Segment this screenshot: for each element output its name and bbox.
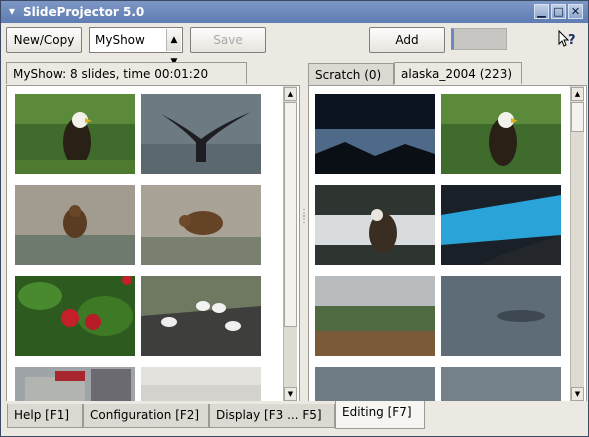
scroll-down-arrow-icon[interactable]: ▼ <box>284 387 297 401</box>
scrollbar-thumb[interactable] <box>284 102 297 327</box>
tab-scratch[interactable]: Scratch (0) <box>308 63 394 85</box>
right-vertical-scrollbar[interactable]: ▲ ▼ <box>570 86 584 402</box>
context-help-icon[interactable]: ? <box>557 29 577 49</box>
thumbnail-whale-tail[interactable] <box>141 94 261 174</box>
chevron-down-icon[interactable]: ▲▼ <box>166 29 181 67</box>
tab-display[interactable]: Display [F3 ... F5] <box>209 404 335 428</box>
scroll-up-arrow-icon[interactable]: ▲ <box>571 87 584 101</box>
thumbnail-glacier[interactable] <box>441 185 561 265</box>
thumbnail-gulls[interactable] <box>141 276 261 356</box>
add-button[interactable]: Add <box>369 27 445 53</box>
tab-alaska-2004[interactable]: alaska_2004 (223) <box>394 62 522 84</box>
save-button[interactable]: Save <box>190 27 266 53</box>
toolbar: New/Copy MyShow ▲▼ Save Add <box>1 23 588 67</box>
title-bar[interactable]: ▾ SlideProjector 5.0 ▁ □ ✕ <box>1 1 588 23</box>
thumbnail-eagle-waterfall[interactable] <box>315 185 435 265</box>
thumbnail-sea-strip-1[interactable] <box>315 367 435 401</box>
progress-indicator <box>451 28 507 50</box>
thumbnail-night-sea[interactable] <box>315 94 435 174</box>
svg-text:?: ? <box>568 33 576 48</box>
thumbnail-bear-2[interactable] <box>141 185 261 265</box>
app-window: ▾ SlideProjector 5.0 ▁ □ ✕ New/Copy MySh… <box>0 0 589 437</box>
tab-help[interactable]: Help [F1] <box>7 404 83 428</box>
window-menu-icon[interactable]: ▾ <box>5 4 19 18</box>
maximize-button[interactable]: □ <box>551 4 566 19</box>
minimize-button[interactable]: ▁ <box>534 4 549 19</box>
thumbnail-eagle[interactable] <box>15 94 135 174</box>
thumbnail-bright[interactable] <box>141 367 261 401</box>
tab-myshow[interactable]: MyShow: 8 slides, time 00:01:20 <box>6 62 247 84</box>
scrollbar-thumb[interactable] <box>571 102 584 132</box>
left-vertical-scrollbar[interactable]: ▲ ▼ <box>283 86 297 402</box>
thumbnail-bear-1[interactable] <box>15 185 135 265</box>
bottom-tab-bar: Help [F1] Configuration [F2] Display [F3… <box>1 401 588 436</box>
thumbnail-eagle-2[interactable] <box>441 94 561 174</box>
tab-configuration[interactable]: Configuration [F2] <box>83 404 209 428</box>
window-title: SlideProjector 5.0 <box>23 5 145 19</box>
thumbnail-meadow[interactable] <box>315 276 435 356</box>
thumbnail-raspberries[interactable] <box>15 276 135 356</box>
thumbnail-village[interactable] <box>15 367 135 401</box>
scroll-down-arrow-icon[interactable]: ▼ <box>571 387 584 401</box>
thumbnail-whale-water[interactable] <box>441 276 561 356</box>
show-select[interactable]: MyShow ▲▼ <box>89 27 183 67</box>
scroll-up-arrow-icon[interactable]: ▲ <box>284 87 297 101</box>
right-slide-panel: ▲ ▼ <box>308 85 587 403</box>
new-copy-button[interactable]: New/Copy <box>6 27 82 53</box>
show-select-value: MyShow <box>95 33 145 47</box>
close-button[interactable]: ✕ <box>568 4 583 19</box>
left-slide-panel: ▲ ▼ <box>6 85 300 403</box>
thumbnail-sea-strip-2[interactable] <box>441 367 561 401</box>
splitter-grip-icon[interactable]: ⋮ ⋮ <box>299 209 309 231</box>
tab-editing[interactable]: Editing [F7] <box>335 401 425 429</box>
